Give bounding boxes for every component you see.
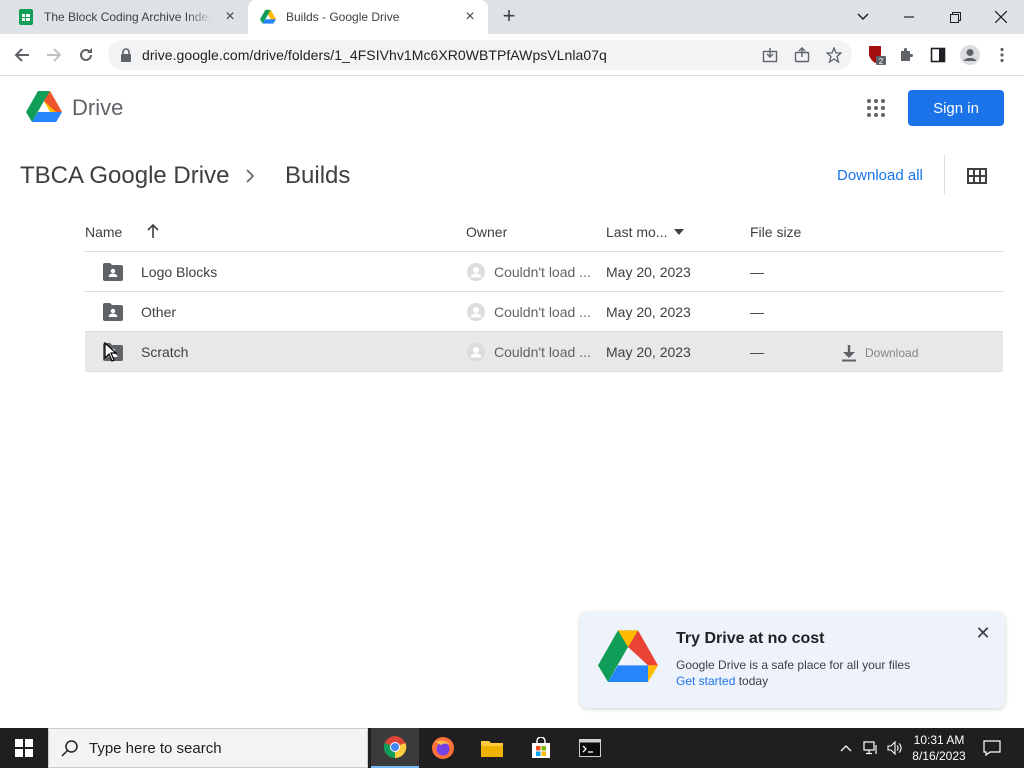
- file-size: —: [750, 264, 764, 280]
- row-download-button[interactable]: Download: [841, 344, 918, 362]
- tab-strip: The Block Coding Archive Index × Builds …: [0, 0, 1024, 34]
- download-icon: [842, 345, 856, 362]
- mouse-cursor-icon: [104, 342, 118, 362]
- chrome-taskbar-icon[interactable]: [371, 728, 419, 768]
- promo-line2: Get started today: [676, 674, 768, 688]
- breadcrumb-root[interactable]: TBCA Google Drive: [20, 162, 229, 190]
- owner-text: Couldn't load ...: [494, 344, 591, 360]
- extension-shield-icon[interactable]: 2: [864, 43, 888, 67]
- sign-in-button[interactable]: Sign in: [908, 90, 1004, 126]
- table-row[interactable]: Scratch Couldn't load ... May 20, 2023 —…: [85, 332, 1003, 372]
- owner-text: Couldn't load ...: [494, 304, 591, 320]
- side-panel-icon[interactable]: [926, 43, 950, 67]
- share-icon[interactable]: [790, 43, 814, 67]
- drive-header: Drive Sign in: [0, 77, 1024, 141]
- breadcrumb-current: Builds: [285, 162, 351, 189]
- volume-icon[interactable]: [884, 728, 906, 768]
- column-owner: Owner: [466, 224, 508, 240]
- modified-date: May 20, 2023: [606, 304, 691, 320]
- tab-title: Builds - Google Drive: [286, 10, 400, 24]
- address-bar[interactable]: drive.google.com/drive/folders/1_4FSIVhv…: [108, 40, 852, 70]
- google-apps-icon[interactable]: [864, 96, 888, 120]
- download-all-button[interactable]: Download all: [837, 167, 923, 184]
- column-last-modified[interactable]: Last mo...: [606, 224, 667, 240]
- tab-builds-google-drive[interactable]: Builds - Google Drive ×: [248, 0, 488, 34]
- clock-time: 10:31 AM: [913, 733, 965, 747]
- try-drive-promo: Try Drive at no cost Google Drive is a s…: [580, 612, 1005, 708]
- tray-overflow-chevron-icon[interactable]: [836, 728, 856, 768]
- forward-icon[interactable]: [42, 43, 66, 67]
- shared-folder-icon: [103, 303, 123, 321]
- owner-avatar-icon: [467, 303, 485, 321]
- divider: [944, 155, 945, 195]
- extension-badge: 2: [879, 57, 884, 66]
- modified-date: May 20, 2023: [606, 344, 691, 360]
- file-explorer-taskbar-icon[interactable]: [468, 728, 516, 768]
- restore-icon[interactable]: [932, 0, 978, 34]
- tab-search-icon[interactable]: [840, 0, 886, 34]
- table-row[interactable]: Logo Blocks Couldn't load ... May 20, 20…: [85, 252, 1003, 292]
- chevron-right-icon: [246, 169, 255, 183]
- file-name[interactable]: Logo Blocks: [141, 264, 217, 280]
- lock-icon: [121, 48, 131, 62]
- file-size: —: [750, 344, 764, 360]
- bookmark-star-icon[interactable]: [822, 43, 846, 67]
- close-window-icon[interactable]: [978, 0, 1024, 34]
- notifications-icon[interactable]: [980, 728, 1004, 768]
- url-text[interactable]: drive.google.com/drive/folders/1_4FSIVhv…: [142, 47, 607, 63]
- microsoft-store-taskbar-icon[interactable]: [517, 728, 565, 768]
- owner-avatar-icon: [467, 343, 485, 361]
- sheets-icon: [19, 9, 33, 25]
- close-tab-icon[interactable]: ×: [462, 9, 478, 25]
- search-icon: [61, 740, 78, 757]
- download-label: Download: [865, 346, 919, 360]
- promo-body: Google Drive is a safe place for all you…: [676, 658, 911, 672]
- file-size: —: [750, 304, 764, 320]
- drive-logo-icon: [598, 630, 658, 682]
- browser-toolbar: drive.google.com/drive/folders/1_4FSIVhv…: [0, 34, 1024, 76]
- table-row[interactable]: Other Couldn't load ... May 20, 2023 —: [85, 292, 1003, 332]
- sort-arrow-up-icon[interactable]: [146, 223, 160, 239]
- terminal-taskbar-icon[interactable]: [566, 728, 614, 768]
- browser-menu-icon[interactable]: [990, 43, 1014, 67]
- file-table-header: Name Owner Last mo... File size: [85, 212, 1003, 252]
- minimize-icon[interactable]: [886, 0, 932, 34]
- column-name[interactable]: Name: [85, 224, 122, 240]
- drive-logo-text[interactable]: Drive: [72, 95, 123, 121]
- owner-text: Couldn't load ...: [494, 264, 591, 280]
- windows-start-icon[interactable]: [0, 728, 48, 768]
- taskbar-search[interactable]: Type here to search: [48, 728, 368, 768]
- clock-date: 8/16/2023: [912, 749, 966, 763]
- grid-view-icon[interactable]: [966, 165, 988, 187]
- profile-avatar-icon[interactable]: [958, 43, 982, 67]
- extensions-puzzle-icon[interactable]: [894, 43, 918, 67]
- new-tab-icon[interactable]: +: [499, 5, 519, 27]
- network-icon[interactable]: [860, 728, 882, 768]
- column-file-size: File size: [750, 224, 802, 240]
- reload-icon[interactable]: [74, 43, 98, 67]
- get-started-link[interactable]: Get started: [676, 674, 735, 688]
- windows-taskbar: Type here to search 10:31 AM 8/16/2023: [0, 728, 1024, 768]
- owner-avatar-icon: [467, 263, 485, 281]
- promo-title: Try Drive at no cost: [676, 630, 825, 647]
- file-name[interactable]: Scratch: [141, 344, 188, 360]
- drive-icon: [260, 9, 276, 24]
- sort-dropdown-icon[interactable]: [674, 229, 684, 235]
- drive-logo-icon[interactable]: [26, 91, 62, 123]
- file-name[interactable]: Other: [141, 304, 176, 320]
- taskbar-clock[interactable]: 10:31 AM 8/16/2023: [905, 732, 973, 764]
- tab-title: The Block Coding Archive Index: [44, 10, 212, 24]
- tab-block-coding-archive[interactable]: The Block Coding Archive Index ×: [0, 0, 248, 34]
- taskbar-search-placeholder: Type here to search: [89, 739, 222, 757]
- close-promo-icon[interactable]: ✕: [974, 624, 992, 642]
- back-icon[interactable]: [10, 43, 34, 67]
- firefox-taskbar-icon[interactable]: [419, 728, 467, 768]
- close-tab-icon[interactable]: ×: [222, 9, 238, 25]
- promo-tail: today: [735, 674, 769, 688]
- install-app-icon[interactable]: [758, 43, 782, 67]
- shared-folder-icon: [103, 263, 123, 281]
- modified-date: May 20, 2023: [606, 264, 691, 280]
